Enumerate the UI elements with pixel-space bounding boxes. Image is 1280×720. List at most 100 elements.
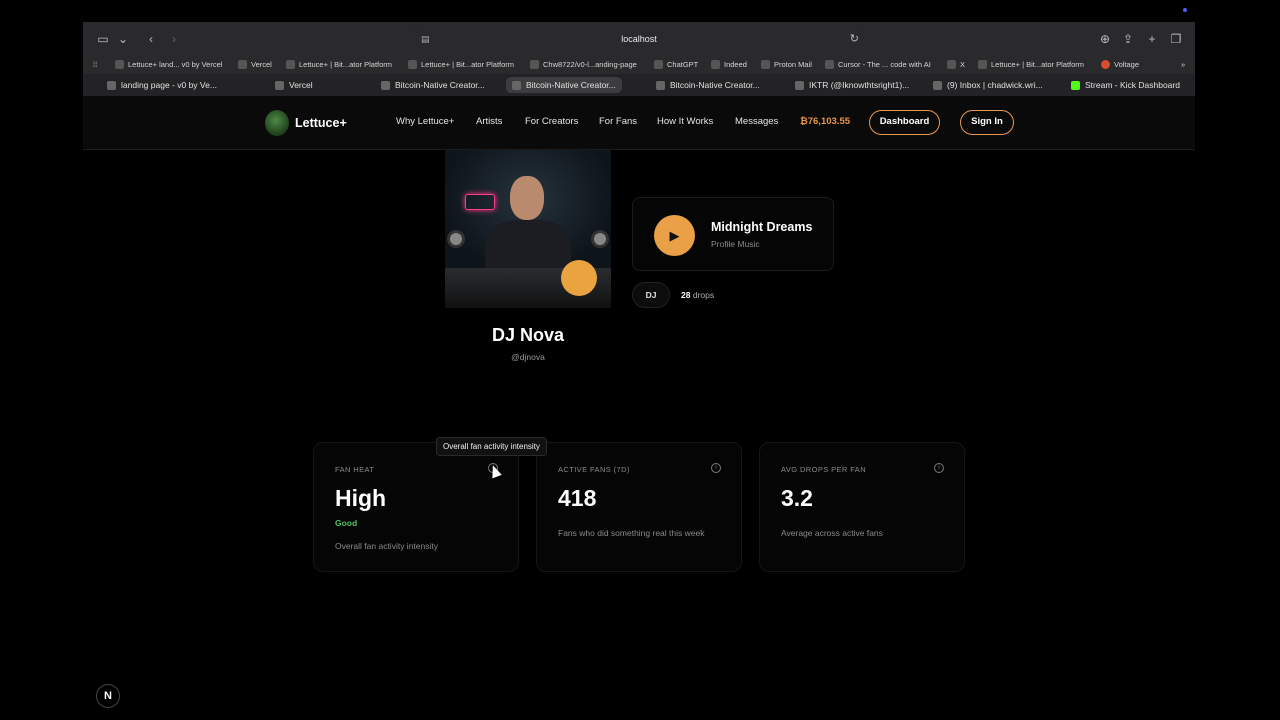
stat-description: Overall fan activity intensity bbox=[335, 541, 438, 551]
neon-sign bbox=[465, 194, 495, 210]
x-icon bbox=[947, 60, 956, 69]
stat-value: 3.2 bbox=[781, 485, 813, 511]
x-icon bbox=[795, 80, 804, 90]
nav-messages[interactable]: Messages bbox=[735, 116, 778, 127]
favorite-item[interactable]: Chw8722/v0-l...anding-page bbox=[530, 60, 637, 69]
vercel-icon bbox=[238, 60, 247, 69]
chevron-down-icon[interactable]: ⌄ bbox=[115, 31, 131, 47]
speaker bbox=[591, 230, 609, 248]
grid-icon[interactable]: ⁞⁞ bbox=[93, 60, 97, 69]
browser-toolbar: ▭ ⌄ ‹ › ▤ localhost ↻ ⊕ ⇪ + ❐ bbox=[83, 22, 1195, 56]
favorite-item[interactable]: ChatGPT bbox=[654, 60, 698, 69]
wallet-balance[interactable]: ₿76,103.55 bbox=[800, 116, 850, 127]
tab-active[interactable]: Bitcoin-Native Creator... bbox=[506, 77, 622, 93]
brand-name: Lettuce+ bbox=[295, 116, 347, 130]
vercel-icon bbox=[275, 80, 284, 90]
stat-card-avg-drops: AVG DROPS PER FAN i 3.2 Average across a… bbox=[759, 442, 965, 572]
url-text: localhost bbox=[621, 34, 657, 44]
nav-fans[interactable]: For Fans bbox=[599, 116, 637, 127]
info-icon[interactable]: i bbox=[711, 463, 721, 473]
nav-why[interactable]: Why Lettuce+ bbox=[396, 116, 454, 127]
brand-logo[interactable]: Lettuce+ bbox=[265, 110, 347, 136]
tab[interactable]: Bitcoin-Native Creator... bbox=[650, 77, 766, 93]
proton-icon bbox=[933, 80, 942, 90]
address-bar[interactable]: ▤ localhost ↻ bbox=[413, 29, 865, 49]
play-button[interactable]: ▶ bbox=[654, 215, 695, 256]
v0-icon bbox=[107, 80, 116, 90]
drops-label: drops bbox=[692, 290, 715, 300]
status-dot bbox=[561, 260, 597, 296]
track-subtitle: Profile Music bbox=[711, 239, 760, 249]
artist-name: DJ Nova bbox=[491, 325, 565, 345]
dashboard-button[interactable]: Dashboard bbox=[869, 110, 940, 135]
page-icon bbox=[978, 60, 987, 69]
tab[interactable]: IKTR (@Iknowthtsright1)... bbox=[789, 77, 915, 93]
artist-handle: @djnova bbox=[511, 352, 545, 362]
sign-in-button[interactable]: Sign In bbox=[960, 110, 1014, 135]
page-icon bbox=[286, 60, 295, 69]
page-icon: ▤ bbox=[421, 34, 430, 44]
favorite-item[interactable]: Lettuce+ land... v0 by Vercel bbox=[115, 60, 222, 69]
stat-value: 418 bbox=[558, 485, 597, 511]
tab-overview-icon[interactable]: ❐ bbox=[1168, 31, 1184, 47]
more-favorites-icon[interactable]: » bbox=[1181, 60, 1185, 69]
favorite-item[interactable]: Lettuce+ | Bit...ator Platform bbox=[408, 60, 514, 69]
speaker bbox=[447, 230, 465, 248]
drops-number: 28 bbox=[681, 290, 691, 300]
page-icon bbox=[408, 60, 417, 69]
drops-count: 28 drops bbox=[681, 290, 714, 300]
page-icon bbox=[656, 80, 665, 90]
sidebar-icon[interactable]: ▭ bbox=[95, 31, 111, 47]
page-icon bbox=[512, 80, 521, 90]
favorite-item[interactable]: Lettuce+ | Bit...ator Platform bbox=[286, 60, 392, 69]
tab-bar: landing page - v0 by Ve... Vercel Bitcoi… bbox=[83, 74, 1195, 96]
download-icon[interactable]: ⊕ bbox=[1097, 31, 1113, 47]
stat-description: Fans who did something real this week bbox=[558, 528, 705, 538]
kick-icon bbox=[1071, 80, 1080, 90]
nav-artists[interactable]: Artists bbox=[476, 116, 502, 127]
favorite-item[interactable]: Proton Mail bbox=[761, 60, 812, 69]
indeed-icon bbox=[711, 60, 720, 69]
tooltip: Overall fan activity intensity bbox=[436, 437, 547, 456]
tab[interactable]: Bitcoin-Native Creator... bbox=[375, 77, 491, 93]
tab[interactable]: Stream - Kick Dashboard bbox=[1065, 77, 1186, 93]
info-icon[interactable]: i bbox=[934, 463, 944, 473]
favorites-bar: ⁞⁞ Lettuce+ land... v0 by Vercel Vercel … bbox=[83, 56, 1195, 74]
cursor-icon bbox=[825, 60, 834, 69]
notification-dot bbox=[1183, 8, 1187, 12]
lettuce-icon bbox=[265, 110, 289, 136]
browser-window: ▭ ⌄ ‹ › ▤ localhost ↻ ⊕ ⇪ + ❐ ⁞⁞ Lettuce… bbox=[83, 22, 1195, 720]
new-tab-icon[interactable]: + bbox=[1144, 31, 1160, 47]
site-header: Lettuce+ Why Lettuce+ Artists For Creato… bbox=[83, 96, 1195, 150]
proton-icon bbox=[761, 60, 770, 69]
stat-label: AVG DROPS PER FAN bbox=[781, 465, 867, 474]
reload-icon[interactable]: ↻ bbox=[850, 29, 859, 49]
favorite-item[interactable]: Vercel bbox=[238, 60, 272, 69]
voltage-icon bbox=[1101, 60, 1110, 69]
forward-icon[interactable]: › bbox=[166, 31, 182, 47]
stat-status: Good bbox=[335, 518, 358, 528]
favorite-item[interactable]: Indeed bbox=[711, 60, 747, 69]
chatgpt-icon bbox=[654, 60, 663, 69]
track-title: Midnight Dreams bbox=[711, 220, 813, 234]
github-icon bbox=[530, 60, 539, 69]
tab[interactable]: (9) Inbox | chadwick.wri... bbox=[927, 77, 1049, 93]
favorite-item[interactable]: Cursor - The ... code with AI bbox=[825, 60, 931, 69]
nextjs-dev-badge[interactable]: N bbox=[96, 684, 120, 708]
page-icon bbox=[381, 80, 390, 90]
tab[interactable]: landing page - v0 by Ve... bbox=[101, 77, 223, 93]
favorite-item[interactable]: Voltage bbox=[1101, 60, 1139, 69]
stat-card-fan-heat: FAN HEAT i High Good Overall fan activit… bbox=[313, 442, 519, 572]
back-icon[interactable]: ‹ bbox=[143, 31, 159, 47]
profile-music-player: ▶ Midnight Dreams Profile Music bbox=[632, 197, 834, 271]
favorite-item[interactable]: Lettuce+ | Bit...ator Platform bbox=[978, 60, 1084, 69]
tab[interactable]: Vercel bbox=[269, 77, 319, 93]
stat-card-active-fans: ACTIVE FANS (7D) i 418 Fans who did some… bbox=[536, 442, 742, 572]
nav-creators[interactable]: For Creators bbox=[525, 116, 578, 127]
stat-value: High bbox=[335, 485, 387, 511]
v0-icon bbox=[115, 60, 124, 69]
stat-label: ACTIVE FANS (7D) bbox=[558, 465, 630, 474]
favorite-item[interactable]: X bbox=[947, 60, 965, 69]
share-icon[interactable]: ⇪ bbox=[1120, 31, 1136, 47]
nav-how[interactable]: How It Works bbox=[657, 116, 713, 127]
